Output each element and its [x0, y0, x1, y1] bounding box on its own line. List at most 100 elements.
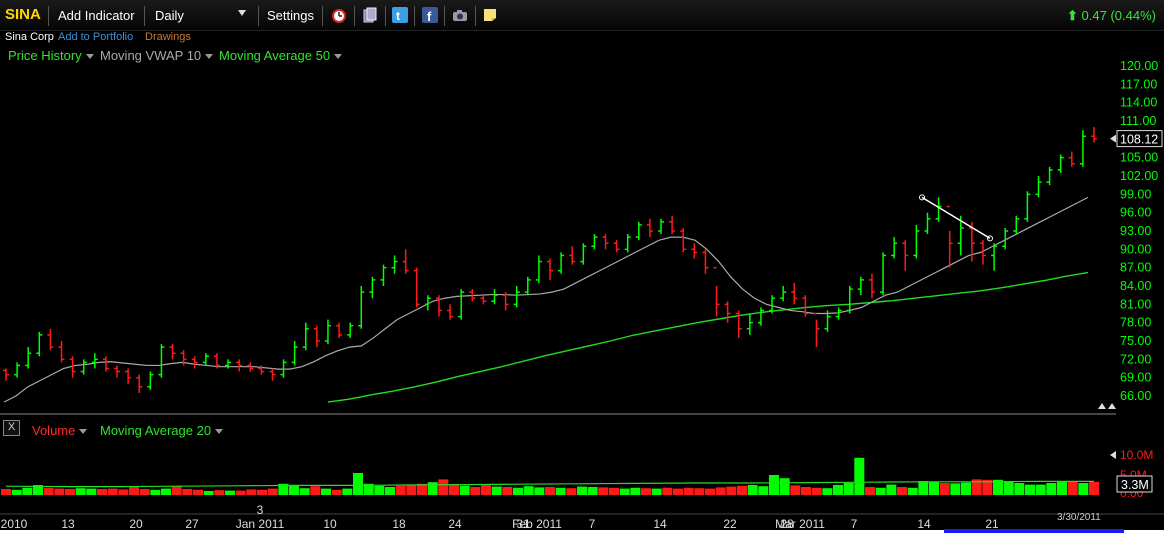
volume-bar	[769, 475, 779, 495]
chevron-down-icon[interactable]	[79, 429, 88, 435]
volume-bar	[961, 482, 971, 495]
x-tick-label: Jan 2011	[236, 517, 285, 531]
volume-bar	[790, 485, 801, 495]
chevron-down-icon[interactable]	[215, 429, 224, 435]
volume-bar	[1046, 483, 1057, 495]
volume-bar	[758, 486, 769, 495]
add-indicator-button[interactable]: Add Indicator	[58, 8, 135, 23]
price-change: ⬆ 0.47 (0.44%)	[1067, 8, 1156, 24]
volume-tick-label: 10.0M	[1120, 448, 1153, 462]
add-to-portfolio-link[interactable]: Add to Portfolio	[58, 31, 133, 43]
last-price-pointer	[1110, 134, 1116, 143]
ohlc-bar	[158, 344, 165, 378]
volume-bar	[907, 487, 918, 495]
ohlc-bar	[646, 218, 653, 238]
ohlc-bar	[635, 221, 642, 241]
volume-bar	[491, 486, 502, 495]
camera-icon[interactable]	[452, 7, 468, 23]
volume-bar	[662, 487, 673, 495]
volume-bar	[129, 486, 139, 495]
price-tick-label: 72.00	[1120, 352, 1151, 366]
volume-bar	[950, 483, 961, 495]
volume-bar	[406, 484, 417, 495]
ohlc-bar	[1091, 127, 1097, 143]
ohlc-bar	[69, 356, 76, 378]
ohlc-bar	[391, 255, 398, 274]
note-icon[interactable]	[482, 7, 498, 23]
volume-bar	[374, 485, 385, 495]
close-volume-button[interactable]: X	[3, 420, 20, 436]
current-date-label: 3/30/2011	[1057, 512, 1101, 523]
ohlc-bar	[324, 319, 331, 345]
volume-bar	[75, 488, 86, 495]
price-tick-label: 120.00	[1120, 59, 1158, 73]
ohlc-bar	[857, 276, 864, 296]
price-chart[interactable]: 120.00 117.00 114.00 111.00 108.00 105.00 102.…	[0, 0, 1164, 547]
ohlc-bar	[1013, 215, 1020, 235]
legend-vwap[interactable]: Moving VWAP 10	[100, 48, 214, 63]
volume-bar	[715, 487, 726, 495]
price-tick-label: 78.00	[1120, 316, 1151, 330]
volume-bar	[651, 488, 662, 495]
volume-bar	[993, 479, 1003, 495]
volume-bar	[299, 488, 310, 495]
period-select[interactable]: Daily	[155, 8, 184, 23]
volume-bar	[854, 457, 865, 495]
alarm-clock-icon[interactable]	[331, 7, 347, 23]
volume-bar	[982, 479, 993, 495]
legend-ma50-label: Moving Average 50	[219, 48, 331, 63]
chevron-down-icon[interactable]	[205, 54, 214, 60]
ohlc-bar	[868, 273, 875, 299]
ohlc-bar	[247, 362, 254, 372]
ohlc-bar	[979, 240, 986, 265]
volume-bar	[694, 488, 705, 495]
scroll-up-icon	[1108, 403, 1116, 409]
legend-ma50[interactable]: Moving Average 50	[219, 48, 343, 63]
price-tick-label: 102.00	[1120, 169, 1158, 183]
documents-icon[interactable]	[362, 7, 378, 23]
price-tick-label: 99.00	[1120, 187, 1151, 201]
price-tick-label: 69.00	[1120, 371, 1151, 385]
ohlc-bar	[991, 243, 998, 271]
price-tick-label: 87.00	[1120, 261, 1151, 275]
chevron-down-icon[interactable]	[85, 54, 94, 60]
volume-bar	[171, 485, 182, 495]
legend-price-history[interactable]: Price History	[8, 48, 94, 63]
chevron-down-icon[interactable]	[238, 10, 246, 16]
ohlc-bar	[735, 310, 742, 338]
settings-button[interactable]: Settings	[267, 8, 314, 23]
x-tick-label: 7	[589, 517, 596, 531]
ohlc-bar	[757, 307, 764, 326]
drawings-link[interactable]: Drawings	[145, 31, 191, 43]
ohlc-bar	[302, 322, 309, 351]
scroll-thumb[interactable]	[944, 529, 1124, 533]
volume-bar	[395, 485, 406, 495]
ohlc-bar	[1057, 154, 1064, 173]
x-tick-label: 28	[780, 517, 794, 531]
volume-bar	[1025, 484, 1035, 495]
ohlc-bar	[691, 243, 698, 259]
ohlc-bar	[1002, 227, 1009, 250]
price-tick-label: 75.00	[1120, 334, 1151, 348]
facebook-icon[interactable]: f	[422, 7, 438, 24]
ohlc-bar	[491, 289, 498, 305]
ohlc-bar	[780, 286, 787, 302]
ohlc-bar	[746, 313, 753, 335]
twitter-icon[interactable]: t	[392, 7, 408, 23]
ohlc-bar	[968, 221, 975, 262]
ohlc-bar	[1024, 191, 1031, 222]
ohlc-bar	[358, 286, 365, 329]
ohlc-bar	[36, 331, 43, 357]
volume-bar	[630, 487, 641, 495]
ohlc-bar	[524, 276, 531, 296]
volume-bar	[598, 487, 609, 495]
price-tick-label: 111.00	[1120, 114, 1156, 128]
volume-bar	[289, 485, 299, 495]
ohlc-bar	[669, 215, 676, 235]
chevron-down-icon[interactable]	[334, 54, 343, 60]
price-tick-label: 81.00	[1120, 297, 1151, 311]
symbol-label[interactable]: SINA	[5, 6, 41, 23]
legend-ma20[interactable]: Moving Average 20	[100, 423, 224, 438]
legend-volume[interactable]: Volume	[32, 423, 88, 438]
x-tick-label: 22	[723, 517, 737, 531]
